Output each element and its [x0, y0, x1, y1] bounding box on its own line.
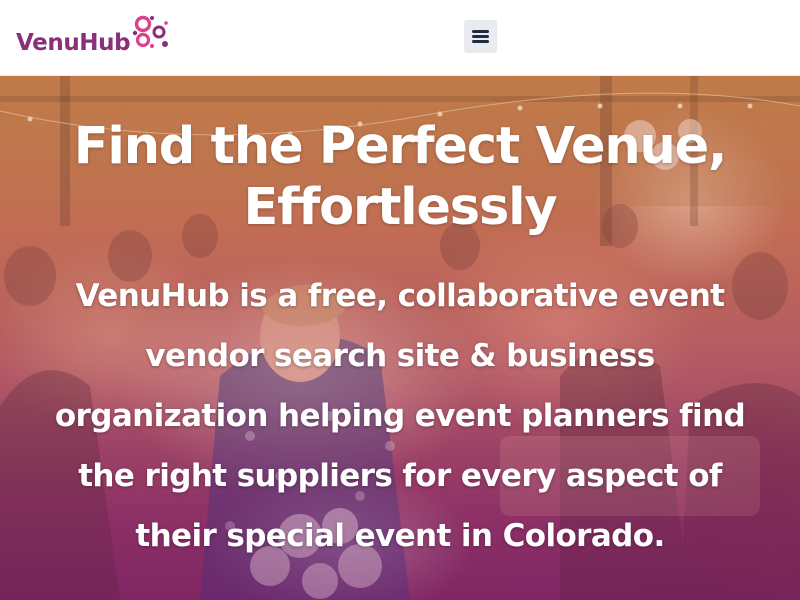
hamburger-menu-icon — [472, 30, 489, 43]
logo-wordmark: VenuHub — [16, 30, 131, 56]
hero-title: Find the Perfect Venue, Effortlessly — [73, 117, 728, 237]
site-header: VenuHub — [0, 0, 800, 76]
hero-section: Find the Perfect Venue, Effortlessly Ven… — [0, 76, 800, 600]
hero-subtitle: VenuHub is a free, collaborative event v… — [54, 278, 746, 554]
logo-link[interactable]: VenuHub — [16, 15, 170, 58]
flower-dots-logo-icon — [132, 15, 169, 48]
menu-toggle-button[interactable] — [464, 20, 497, 53]
